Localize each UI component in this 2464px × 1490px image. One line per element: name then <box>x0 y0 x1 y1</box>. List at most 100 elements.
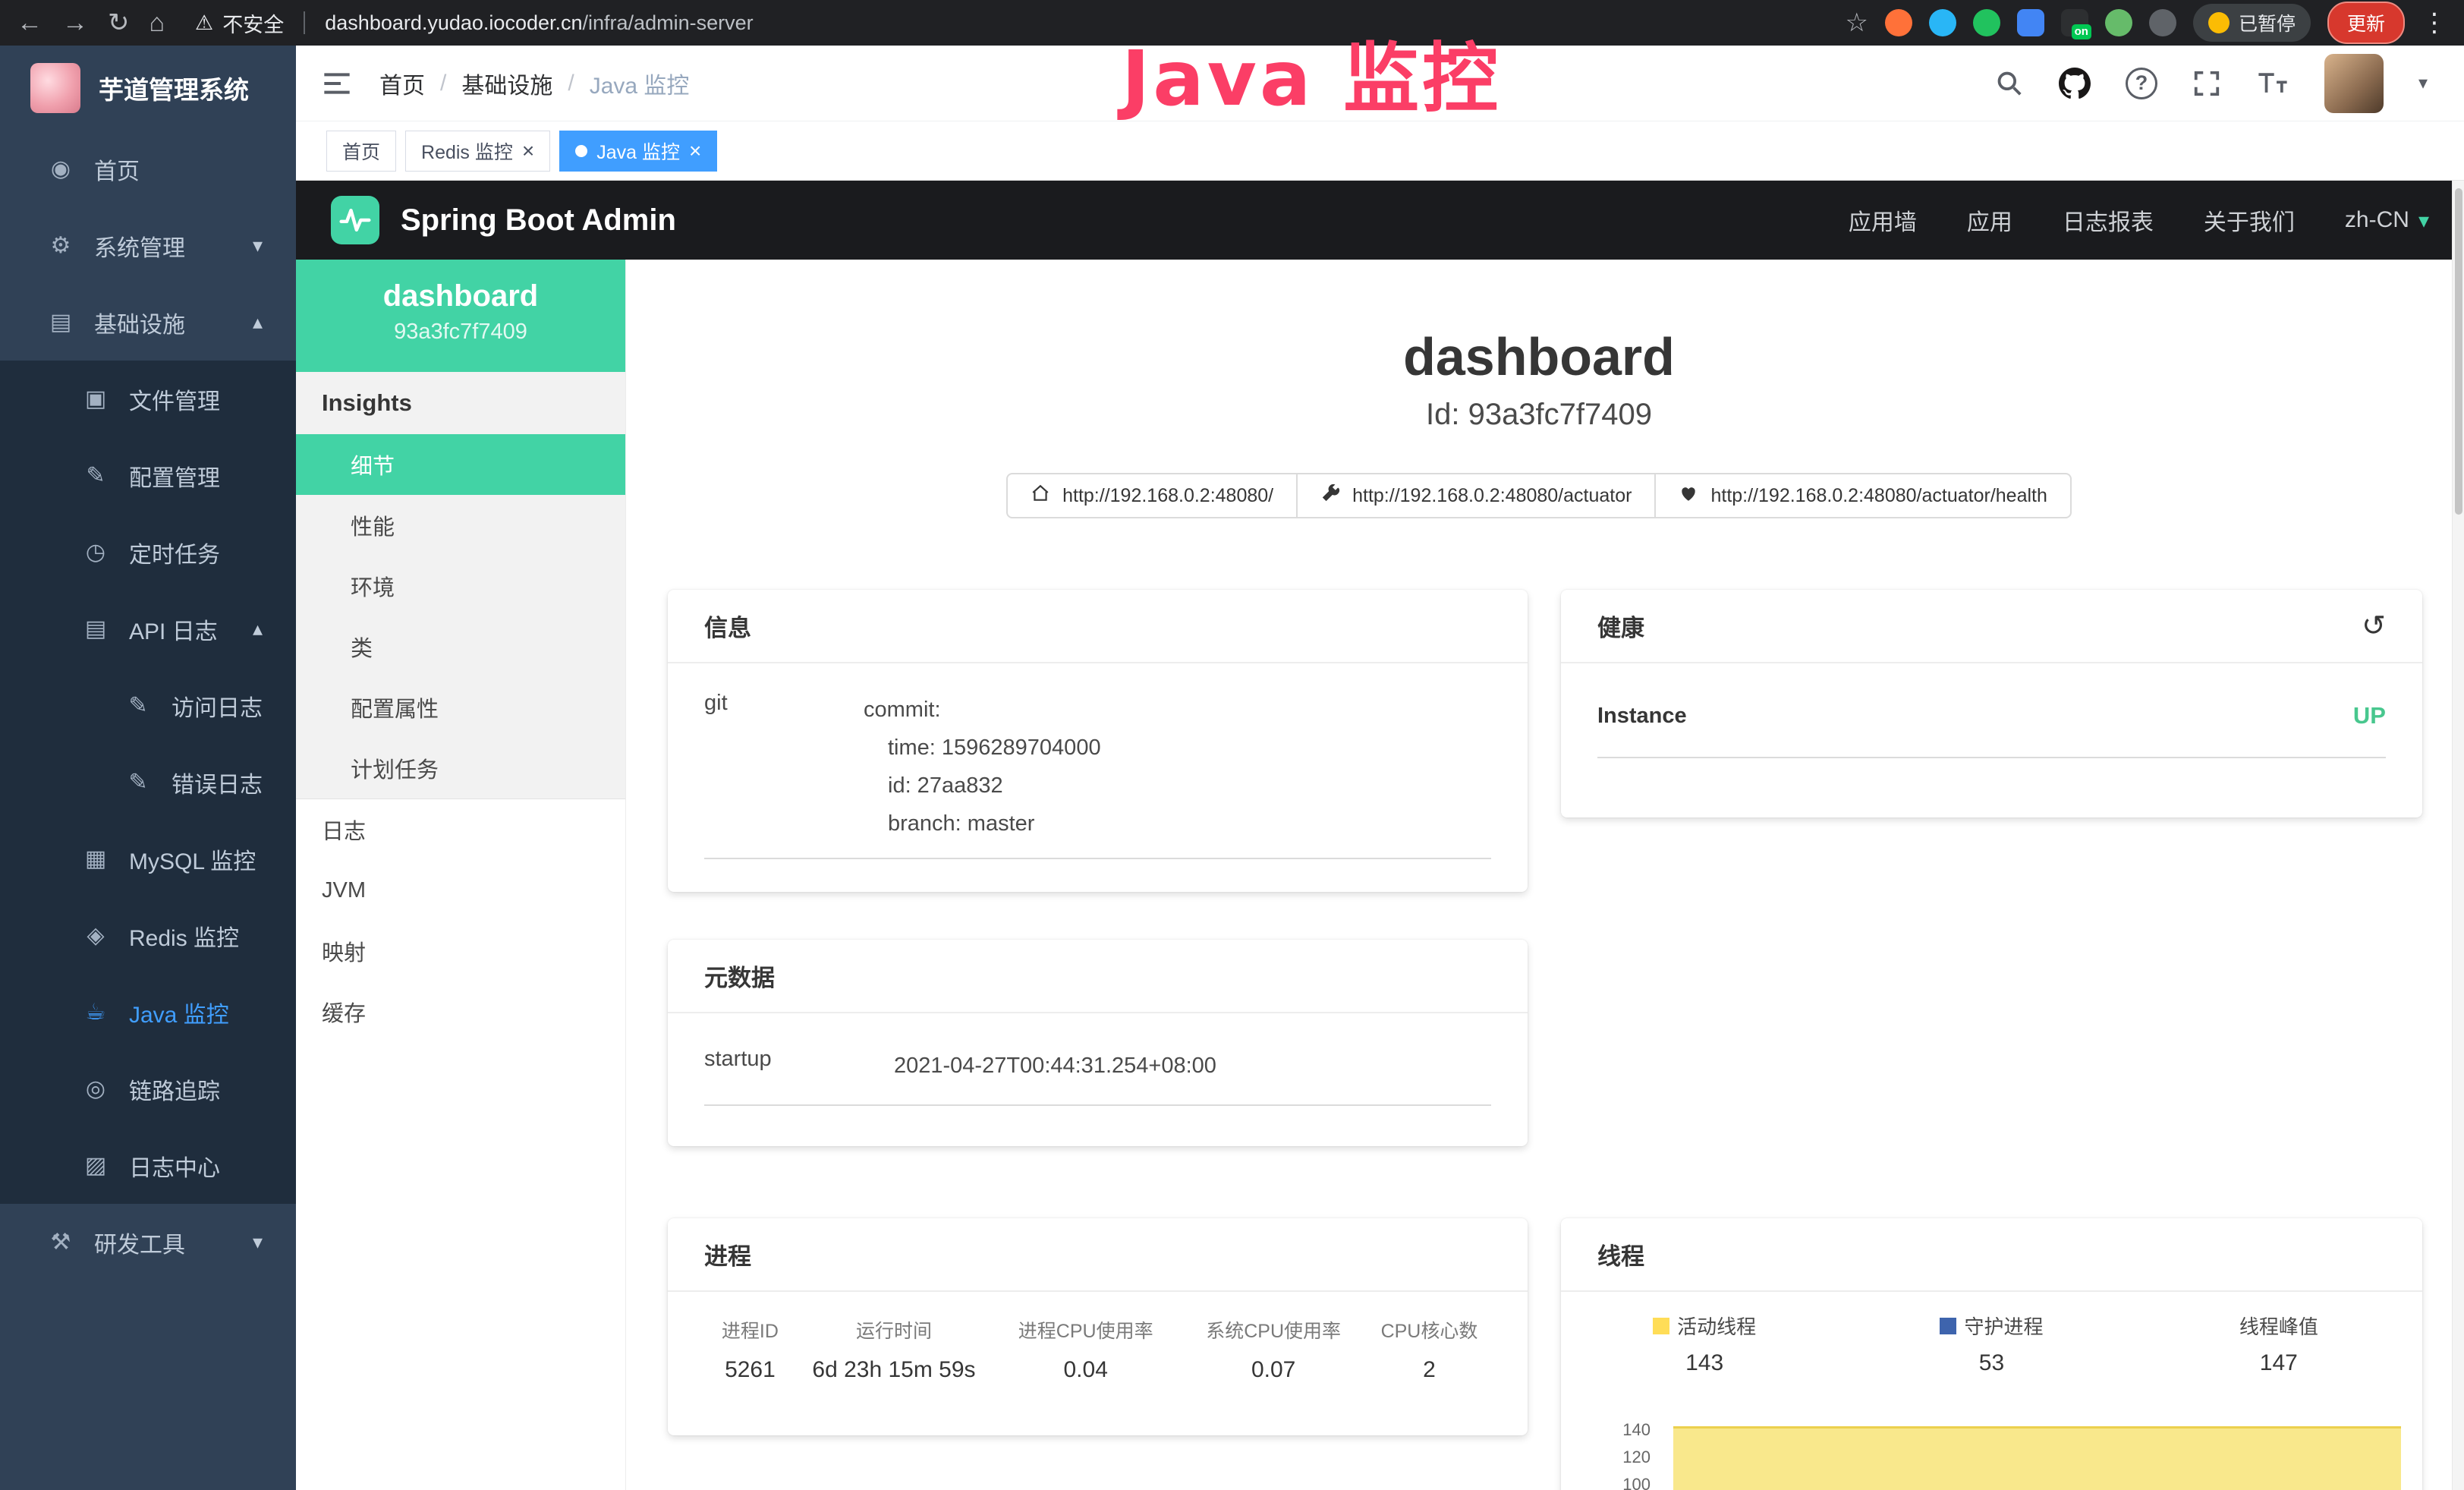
tab-redis-monitor[interactable]: Redis 监控 × <box>405 131 550 172</box>
close-icon[interactable]: × <box>522 140 534 162</box>
chevron-down-icon: ▾ <box>253 1230 263 1254</box>
nav-journal[interactable]: 日志报表 <box>2063 203 2154 237</box>
sidebar-item-label: 访问日志 <box>172 689 263 723</box>
menu-item-classes[interactable]: 类 <box>296 616 625 677</box>
nav-wallboard[interactable]: 应用墙 <box>1849 203 1917 237</box>
scrollbar[interactable] <box>2452 181 2464 1490</box>
update-button[interactable]: 更新 <box>2327 2 2405 44</box>
actuator-url-button[interactable]: http://192.168.0.2:48080/actuator <box>1296 473 1656 518</box>
sidebar-item-label: 配置管理 <box>129 459 220 493</box>
browser-menu-icon[interactable]: ⋮ <box>2422 8 2447 38</box>
card-title: 进程 <box>704 1237 751 1271</box>
tab-java-monitor[interactable]: Java 监控 × <box>559 131 717 172</box>
sidebar-item-infra[interactable]: ▤ 基础设施 ▴ <box>0 284 296 361</box>
menu-item-caches[interactable]: 缓存 <box>296 981 625 1042</box>
sidebar-item-api-log[interactable]: ▤ API 日志 ▴ <box>0 591 296 667</box>
sidebar-item-label: 首页 <box>94 153 140 186</box>
app-sidebar: 芋道管理系统 ◉ 首页 ⚙ 系统管理 ▾ ▤ 基础设施 ▴ ▣ 文件管理 ✎ 配… <box>0 46 296 1490</box>
sidebar-item-file[interactable]: ▣ 文件管理 <box>0 361 296 437</box>
language-selector[interactable]: zh-CN ▾ <box>2345 207 2429 233</box>
extension-paw-icon[interactable] <box>2149 9 2176 36</box>
info-card-body: git commit: time: 1596289704000 id: 27aa… <box>668 663 1528 859</box>
sidebar-item-devtools[interactable]: ⚒ 研发工具 ▾ <box>0 1204 296 1281</box>
extension-drop-icon[interactable] <box>1929 9 1956 36</box>
security-indicator[interactable]: ⚠ 不安全 <box>195 8 284 38</box>
sidebar-item-label: Java 监控 <box>129 996 229 1029</box>
history-icon[interactable]: ↺ <box>2362 609 2386 643</box>
chevron-down-icon[interactable]: ▾ <box>2418 72 2428 94</box>
sba-logo-icon <box>331 196 379 244</box>
sidebar-item-job[interactable]: ◷ 定时任务 <box>0 514 296 591</box>
forward-icon[interactable]: → <box>62 10 88 36</box>
breadcrumb-infra[interactable]: 基础设施 <box>461 67 552 100</box>
tools-icon: ⚒ <box>44 1229 77 1255</box>
scrollbar-thumb[interactable] <box>2455 188 2462 515</box>
menu-item-logs[interactable]: 日志 <box>296 799 625 860</box>
search-icon[interactable] <box>1995 69 2024 98</box>
reload-icon[interactable]: ↻ <box>108 10 130 36</box>
menu-item-mappings[interactable]: 映射 <box>296 921 625 981</box>
service-url-button[interactable]: http://192.168.0.2:48080/ <box>1006 473 1298 518</box>
info-card-header: 信息 <box>668 590 1528 663</box>
sidebar-item-home[interactable]: ◉ 首页 <box>0 131 296 207</box>
extension-translate-icon[interactable]: on <box>2061 9 2088 36</box>
extension-green-icon[interactable] <box>1973 9 2000 36</box>
menu-item-scheduledtasks[interactable]: 计划任务 <box>296 738 625 799</box>
extension-grid-icon[interactable] <box>2017 9 2044 36</box>
github-icon[interactable] <box>2059 68 2091 99</box>
actuator-url: http://192.168.0.2:48080/actuator <box>1352 485 1632 507</box>
language-value: zh-CN <box>2345 207 2409 233</box>
health-key: Instance <box>1597 704 1757 729</box>
metadata-card-body: startup 2021-04-27T00:44:31.254+08:00 <box>668 1013 1528 1106</box>
menu-item-environment[interactable]: 环境 <box>296 556 625 616</box>
fullscreen-icon[interactable] <box>2192 69 2221 98</box>
card-title: 信息 <box>704 609 751 643</box>
redis-icon: ◈ <box>79 922 112 949</box>
breadcrumb-home[interactable]: 首页 <box>379 67 425 100</box>
sidebar-item-java[interactable]: ☕ Java 监控 <box>0 974 296 1051</box>
home-icon[interactable]: ⌂ <box>149 10 165 36</box>
menu-item-performance[interactable]: 性能 <box>296 495 625 556</box>
edit-icon: ✎ <box>79 462 112 489</box>
bookmark-star-icon[interactable]: ☆ <box>1845 10 1868 36</box>
trace-icon: ◎ <box>79 1076 112 1102</box>
sidebar-item-access-log[interactable]: ✎ 访问日志 <box>0 667 296 744</box>
sidebar-item-label: Redis 监控 <box>129 919 239 953</box>
sidebar-item-config[interactable]: ✎ 配置管理 <box>0 437 296 514</box>
legend-value: 143 <box>1561 1350 1848 1376</box>
avatar[interactable] <box>2324 54 2384 113</box>
tab-home[interactable]: 首页 <box>326 131 396 172</box>
back-icon[interactable]: ← <box>17 10 42 36</box>
breadcrumb: 首页 / 基础设施 / Java 监控 <box>379 67 689 100</box>
sidebar-item-redis[interactable]: ◈ Redis 监控 <box>0 897 296 974</box>
menu-item-configprops[interactable]: 配置属性 <box>296 677 625 738</box>
git-branch-line: branch: master <box>864 805 1491 843</box>
health-url-button[interactable]: http://192.168.0.2:48080/actuator/health <box>1654 473 2071 518</box>
instance-block[interactable]: dashboard 93a3fc7f7409 <box>296 260 625 372</box>
sidebar-item-log-center[interactable]: ▨ 日志中心 <box>0 1127 296 1204</box>
sidebar-item-error-log[interactable]: ✎ 错误日志 <box>0 744 296 821</box>
extension-fox-icon[interactable] <box>1885 9 1912 36</box>
font-size-icon[interactable] <box>2256 69 2289 98</box>
chevron-up-icon: ▴ <box>253 617 263 641</box>
help-icon[interactable]: ? <box>2126 68 2157 99</box>
logcenter-icon: ▨ <box>79 1152 112 1179</box>
metadata-key: startup <box>704 1047 894 1085</box>
hamburger-icon[interactable] <box>322 71 352 96</box>
menu-item-details[interactable]: 细节 <box>296 434 625 495</box>
close-icon[interactable]: × <box>689 140 701 162</box>
health-url: http://192.168.0.2:48080/actuator/health <box>1710 485 2047 507</box>
paused-badge[interactable]: 已暂停 <box>2193 4 2311 42</box>
sidebar-item-trace[interactable]: ◎ 链路追踪 <box>0 1051 296 1127</box>
nav-applications[interactable]: 应用 <box>1967 203 2012 237</box>
sidebar-item-label: 链路追踪 <box>129 1073 220 1106</box>
menu-item-jvm[interactable]: JVM <box>296 860 625 921</box>
gear-icon: ⚙ <box>44 232 77 259</box>
nav-about[interactable]: 关于我们 <box>2204 203 2295 237</box>
sidebar-item-mysql[interactable]: ▦ MySQL 监控 <box>0 821 296 897</box>
address-bar[interactable]: dashboard.yudao.iocoder.cn/infra/admin-s… <box>325 11 753 35</box>
extension-leaf-icon[interactable] <box>2105 9 2132 36</box>
legend-value: 53 <box>1848 1350 2135 1376</box>
sidebar-item-system[interactable]: ⚙ 系统管理 ▾ <box>0 207 296 284</box>
info-value: commit: time: 1596289704000 id: 27aa832 … <box>864 691 1491 843</box>
